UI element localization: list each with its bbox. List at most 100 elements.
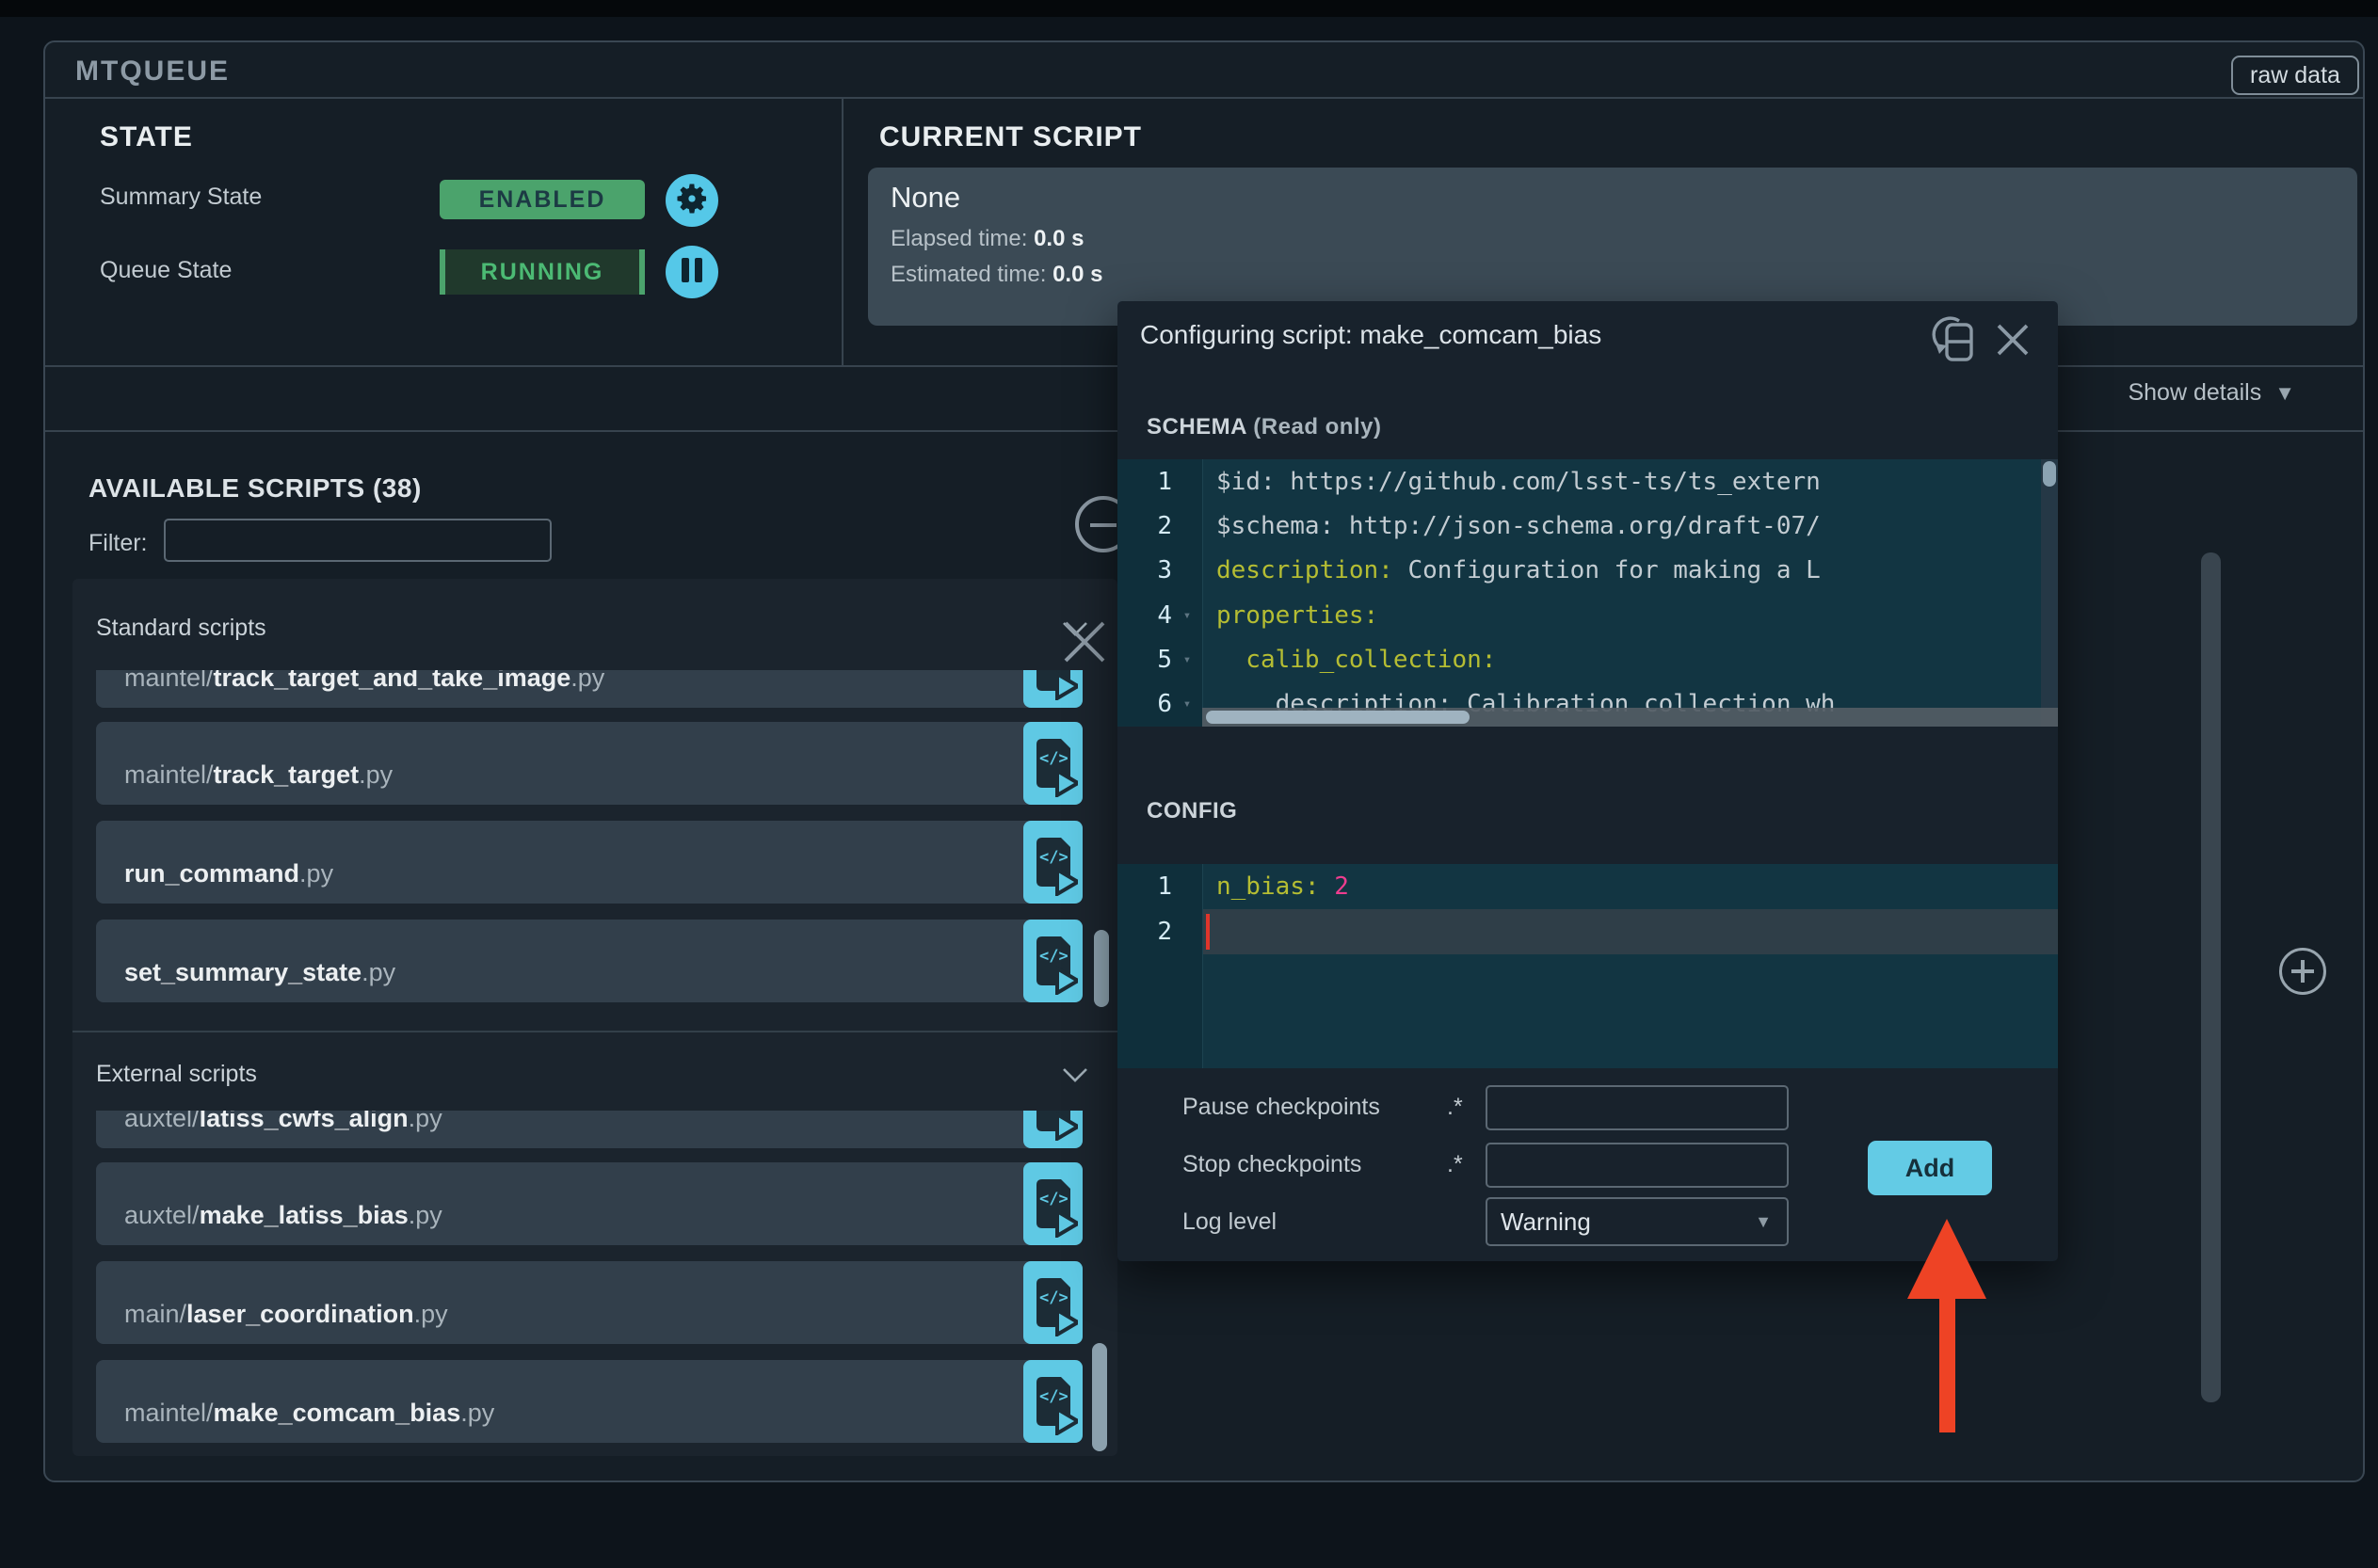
text-cursor xyxy=(1206,914,1210,950)
external-scripts-scrollbar[interactable] xyxy=(1092,1343,1107,1451)
code-line: 5 ▾ calib_collection: xyxy=(1117,637,2058,681)
elapsed-time-label: Elapsed time: xyxy=(891,226,1028,251)
stop-checkpoints-input[interactable] xyxy=(1486,1143,1789,1188)
code-file-arrow-icon[interactable]: </> xyxy=(1023,1360,1083,1443)
mtqueue-page: MTQUEUE raw data STATE Summary State ENA… xyxy=(0,0,2378,1568)
pause-queue-button[interactable] xyxy=(666,246,718,298)
script-list-item[interactable]: auxtel/make_latiss_bias.py </> xyxy=(96,1162,1083,1245)
code-line: 1 $id: https://github.com/lsst-ts/ts_exte… xyxy=(1117,459,2058,504)
script-list-item[interactable]: maintel/track_target.py </> xyxy=(96,722,1083,805)
code-file-arrow-icon[interactable]: </> xyxy=(1023,821,1083,904)
stop-checkpoints-pattern: .* xyxy=(1447,1151,1463,1177)
pause-checkpoints-input[interactable] xyxy=(1486,1085,1789,1130)
pause-checkpoints-pattern: .* xyxy=(1447,1094,1463,1120)
close-icon[interactable] xyxy=(1995,322,2031,362)
external-scripts-viewport: auxtel/latiss_cwfs_align.py</> auxtel/mak… xyxy=(72,1111,1117,1455)
line-number: 3 xyxy=(1157,556,1172,585)
schema-vertical-scrollbar[interactable] xyxy=(2041,459,2058,727)
page-title: MTQUEUE xyxy=(75,56,230,87)
available-scripts-heading: AVAILABLE SCRIPTS (38) xyxy=(88,473,422,503)
show-details-label: Show details xyxy=(2128,379,2262,406)
raw-data-button[interactable]: raw data xyxy=(2231,56,2359,95)
config-heading: CONFIG xyxy=(1147,798,1238,824)
queue-state-label: Queue State xyxy=(100,257,233,283)
elapsed-time-row: Elapsed time: 0.0 s xyxy=(891,226,1084,252)
code-file-arrow-icon[interactable]: </> xyxy=(1023,1111,1083,1148)
svg-text:</>: </> xyxy=(1039,1387,1068,1406)
section-title-external: External scripts xyxy=(96,1061,257,1087)
code-file-arrow-icon[interactable]: </> xyxy=(1023,722,1083,805)
filter-input[interactable] xyxy=(164,519,552,562)
log-level-select[interactable]: Warning ▼ xyxy=(1486,1197,1789,1246)
queue-scrollbar[interactable] xyxy=(2201,552,2221,1402)
section-divider xyxy=(842,97,844,365)
script-list-item[interactable]: auxtel/latiss_cwfs_align.py </> xyxy=(96,1111,1083,1148)
code-file-arrow-icon[interactable]: </> xyxy=(1023,1261,1083,1344)
title-divider xyxy=(45,97,2363,99)
configure-script-dialog: Configuring script: make_comcam_bias SCH… xyxy=(1117,301,2058,1261)
dialog-title: Configuring script: make_comcam_bias xyxy=(1140,320,1602,349)
standard-scripts-scrollbar[interactable] xyxy=(1094,930,1109,1007)
script-list-item[interactable]: set_summary_state.py </> xyxy=(96,920,1083,1002)
code-text: $id: https://github.com/lsst-ts/ts_exter… xyxy=(1216,467,1821,496)
code-text: n_bias: 2 xyxy=(1216,872,1349,901)
svg-text:</>: </> xyxy=(1039,1190,1068,1208)
code-file-arrow-icon[interactable]: </> xyxy=(1023,920,1083,1002)
code-line: 1 n_bias: 2 xyxy=(1117,864,2058,909)
script-list-item[interactable]: maintel/make_comcam_bias.py </> xyxy=(96,1360,1083,1443)
code-file-arrow-icon[interactable]: </> xyxy=(1023,1162,1083,1245)
fold-marker-icon[interactable]: ▾ xyxy=(1172,652,1202,667)
current-script-heading: CURRENT SCRIPT xyxy=(879,121,1143,152)
summary-state-settings-button[interactable] xyxy=(666,174,718,227)
red-arrow-annotation xyxy=(1898,1214,1996,1445)
svg-text:</>: </> xyxy=(1039,749,1068,768)
script-path: maintel/make_comcam_bias.py xyxy=(124,1399,495,1427)
show-details-toggle[interactable]: Show details ▼ xyxy=(2128,379,2295,407)
standard-scripts-viewport: maintel/track_target_and_take_image.py </… xyxy=(72,670,1117,1015)
schema-readonly-tag: (Read only) xyxy=(1253,414,1382,440)
chevron-down-icon[interactable] xyxy=(1061,1066,1089,1088)
code-text: properties: xyxy=(1216,600,1379,630)
triangle-down-icon: ▼ xyxy=(2274,380,2295,405)
code-text: calib_collection: xyxy=(1216,645,1497,674)
svg-text:</>: </> xyxy=(1039,1111,1068,1112)
fold-marker-icon[interactable]: ▾ xyxy=(1172,608,1202,623)
code-text: $schema: http://json-schema.org/draft-07… xyxy=(1216,511,1821,540)
gear-icon xyxy=(674,181,710,221)
script-list-item[interactable]: main/laser_coordination.py </> xyxy=(96,1261,1083,1344)
scripts-list-container: Standard scripts maintel/track_target_an… xyxy=(72,579,1117,1456)
rotate-device-icon[interactable] xyxy=(1931,314,1980,372)
log-level-label: Log level xyxy=(1182,1208,1277,1235)
pause-icon xyxy=(678,255,706,290)
filter-label: Filter: xyxy=(88,530,148,556)
x-icon[interactable] xyxy=(1060,617,1109,666)
state-heading: STATE xyxy=(100,121,193,152)
code-text: description: Configuration for making a … xyxy=(1216,556,1821,585)
log-level-value: Warning xyxy=(1501,1207,1591,1236)
script-path: main/laser_coordination.py xyxy=(124,1300,448,1328)
fold-marker-icon[interactable]: ▾ xyxy=(1172,696,1202,712)
schema-code-editor[interactable]: 1 $id: https://github.com/lsst-ts/ts_exte… xyxy=(1117,459,2058,727)
line-number: 6 xyxy=(1157,690,1172,719)
script-list-item[interactable]: run_command.py </> xyxy=(96,821,1083,904)
script-list-item[interactable]: maintel/track_target_and_take_image.py </… xyxy=(96,670,1083,708)
schema-horizontal-scrollbar[interactable] xyxy=(1202,708,2058,727)
list-divider xyxy=(72,1031,1117,1032)
summary-state-badge: ENABLED xyxy=(440,180,645,219)
stop-checkpoints-label: Stop checkpoints xyxy=(1182,1151,1362,1177)
config-code-editor[interactable]: 1 n_bias: 2 2 xyxy=(1117,864,2058,1068)
dropdown-arrow-icon: ▼ xyxy=(1755,1211,1772,1231)
window-top-strip xyxy=(0,0,2378,17)
code-line: 2 $schema: http://json-schema.org/draft-0… xyxy=(1117,504,2058,548)
elapsed-time-value: 0.0 s xyxy=(1034,226,1085,251)
code-line: 2 xyxy=(1117,909,2058,954)
add-button[interactable]: Add xyxy=(1868,1141,1992,1195)
svg-text:</>: </> xyxy=(1039,1288,1068,1307)
svg-text:</>: </> xyxy=(1039,848,1068,867)
queue-state-badge: RUNNING xyxy=(440,249,645,295)
circle-plus-icon[interactable] xyxy=(2279,948,2326,995)
schema-heading: SCHEMA (Read only) xyxy=(1147,414,1381,440)
code-file-arrow-icon[interactable]: </> xyxy=(1023,670,1083,708)
script-path: set_summary_state.py xyxy=(124,958,396,986)
svg-text:</>: </> xyxy=(1039,670,1068,671)
